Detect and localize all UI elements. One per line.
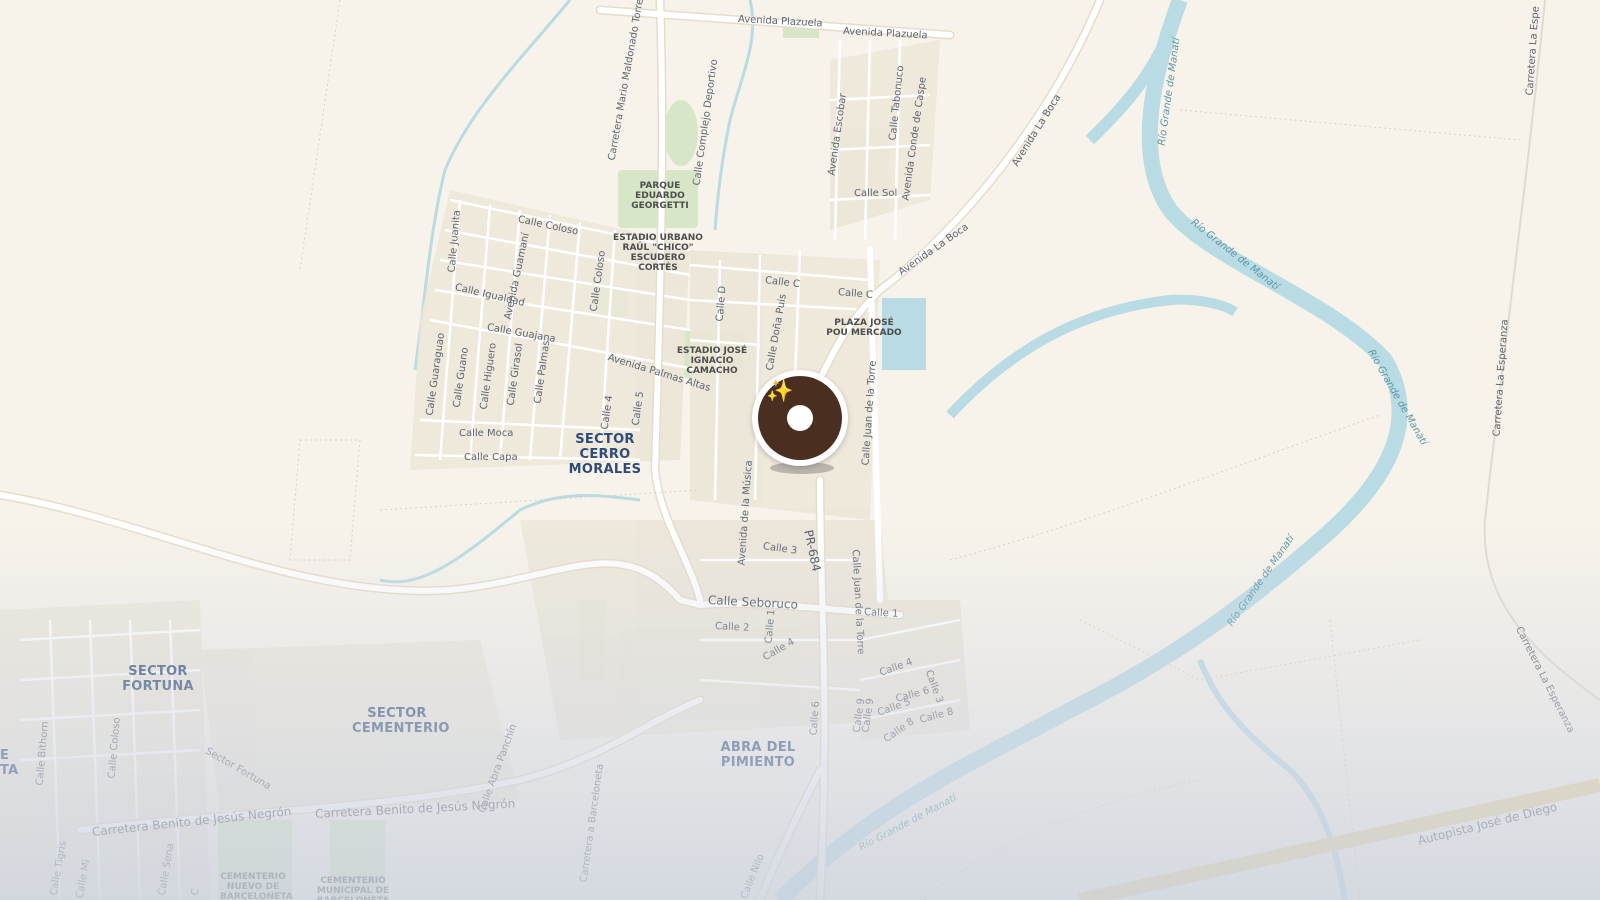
sector-label: SECTOR CEMENTERIO [352, 706, 450, 736]
donut-hole [787, 405, 813, 431]
poi-label: ESTADIO JOSÉ IGNACIO CAMACHO [676, 346, 748, 376]
street-label: Calle 2 [714, 621, 750, 634]
street-label: Calle 1 [863, 607, 899, 620]
poi-label: CEMENTERIO MUNICIPAL DE BARCELONETA [316, 876, 390, 900]
street-label: Calle Sol [854, 188, 898, 199]
poi-label: PARQUE EDUARDO GEORGETTI [631, 181, 689, 211]
sparkle-icon: ✨ [766, 378, 794, 403]
sector-label: E TA [0, 748, 19, 778]
poi-label: PLAZA JOSÉ POU MERCADO [826, 318, 902, 338]
location-marker[interactable]: ✨ [752, 370, 848, 466]
sector-label: ABRA DEL PIMIENTO [720, 740, 796, 770]
sector-label: SECTOR CERRO MORALES [568, 432, 642, 477]
street-label: Calle Moca [459, 428, 514, 439]
poi-label: ESTADIO URBANO RAÚL "CHICO" ESCUDERO COR… [613, 233, 703, 273]
street-label: Calle Capa [464, 452, 518, 463]
map-canvas[interactable]: SECTOR CERRO MORALES SECTOR FORTUNA SECTOR… [0, 0, 1600, 900]
poi-label: CEMENTERIO NUEVO DE BARCELONETA [220, 872, 293, 900]
sector-label: SECTOR FORTUNA [122, 664, 194, 694]
